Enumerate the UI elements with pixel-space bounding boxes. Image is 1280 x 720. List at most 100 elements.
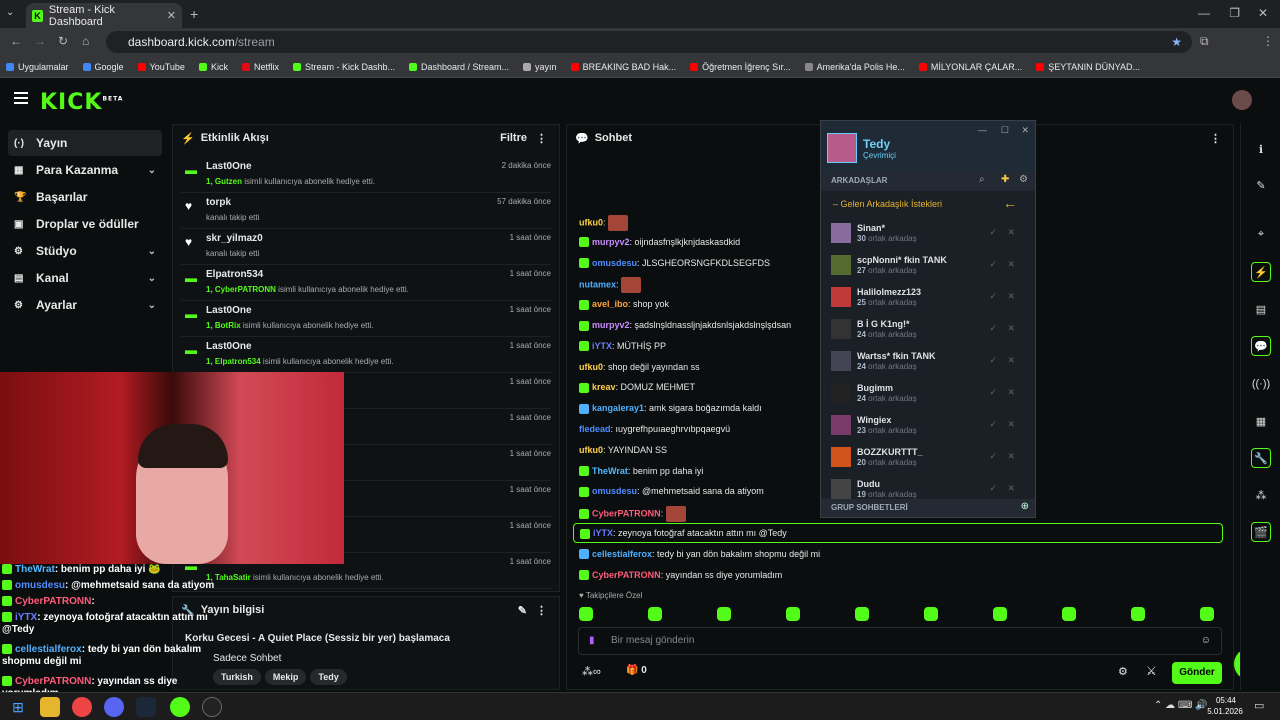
send-button[interactable]: Gönder bbox=[1172, 662, 1222, 684]
friend-request-row[interactable]: Bugimm 24 ortak arkadaş ✓ ✕ bbox=[829, 379, 1025, 409]
bookmark-item[interactable]: Uygulamalar bbox=[6, 62, 69, 72]
decline-x-icon[interactable]: ✕ bbox=[1007, 387, 1015, 398]
kick-emote-icon[interactable] bbox=[1200, 607, 1214, 621]
filter-button[interactable]: Filtre bbox=[500, 132, 527, 144]
nav-item-stdyo[interactable]: ⚙ Stüdyo ⌄ bbox=[8, 238, 162, 264]
friend-request-row[interactable]: B İ G K1ng!* 24 ortak arkadaş ✓ ✕ bbox=[829, 315, 1025, 345]
bookmark-item[interactable]: BREAKING BAD Hak... bbox=[570, 62, 676, 72]
chat-username[interactable]: omusdesu bbox=[592, 258, 637, 268]
nav-item-ayarlar[interactable]: ⚙ Ayarlar ⌄ bbox=[8, 292, 162, 318]
close-window-icon[interactable]: ✕ bbox=[1258, 6, 1268, 20]
obs-icon[interactable] bbox=[202, 697, 222, 717]
kick-app-icon[interactable] bbox=[170, 697, 190, 717]
infinity-icon[interactable]: ⁂∞ bbox=[582, 665, 601, 678]
activity-kebab-icon[interactable]: ⋮ bbox=[536, 132, 547, 145]
decline-x-icon[interactable]: ✕ bbox=[1007, 483, 1015, 494]
friend-request-row[interactable]: Sinan* 30 ortak arkadaş ✓ ✕ bbox=[829, 219, 1025, 249]
chat-username[interactable]: murpyv2 bbox=[592, 320, 630, 330]
kick-emote-icon[interactable] bbox=[1062, 607, 1076, 621]
friends-close-icon[interactable]: ✕ bbox=[1021, 125, 1029, 136]
stream-tag[interactable]: Mekip bbox=[264, 669, 307, 685]
info-icon[interactable]: ℹ bbox=[1251, 140, 1271, 160]
forward-icon[interactable]: → bbox=[34, 34, 46, 48]
chat-username[interactable]: ufku0 bbox=[579, 362, 603, 372]
kick-emote-icon[interactable] bbox=[648, 607, 662, 621]
friends-settings-icon[interactable]: ⚙ bbox=[1019, 174, 1028, 185]
chat-message-input[interactable]: ▮ Bir mesaj gönderin ☺ bbox=[578, 627, 1222, 655]
friend-request-row[interactable]: BOZZKURTTT_ 20 ortak arkadaş ✓ ✕ bbox=[829, 443, 1025, 473]
bookmark-item[interactable]: Google bbox=[82, 62, 124, 72]
friends-username[interactable]: Tedy bbox=[863, 137, 890, 151]
kick-emote-icon[interactable] bbox=[924, 607, 938, 621]
minimize-icon[interactable]: — bbox=[1198, 6, 1210, 20]
decline-x-icon[interactable]: ✕ bbox=[1007, 259, 1015, 270]
chat-username[interactable]: ufku0 bbox=[579, 445, 603, 455]
chat-icon[interactable]: 💬 bbox=[1251, 336, 1271, 356]
chat-username[interactable]: TheWrat bbox=[592, 466, 628, 476]
decline-x-icon[interactable]: ✕ bbox=[1007, 323, 1015, 334]
friends-maximize-icon[interactable]: ☐ bbox=[1001, 125, 1009, 136]
crosshair-icon[interactable]: ⌖ bbox=[1251, 224, 1271, 244]
wrench-icon[interactable]: 🔧 bbox=[1251, 448, 1271, 468]
printer-icon[interactable]: ▦ bbox=[1251, 412, 1271, 432]
bookmark-item[interactable]: Dashboard / Stream... bbox=[409, 62, 509, 72]
chrome-icon[interactable] bbox=[72, 697, 92, 717]
bookmark-star-icon[interactable]: ★ bbox=[1171, 31, 1182, 53]
browser-tab-kick-dashboard[interactable]: K Stream - Kick Dashboard ✕ bbox=[26, 3, 182, 28]
nav-item-baarlar[interactable]: 🏆 Başarılar bbox=[8, 184, 162, 210]
accept-check-icon[interactable]: ✓ bbox=[989, 483, 997, 494]
nav-item-droplarvedller[interactable]: ▣ Droplar ve ödüller bbox=[8, 211, 162, 237]
chat-username[interactable]: iYTX bbox=[593, 528, 613, 538]
kick-logo[interactable]: KICKBETA bbox=[40, 90, 123, 115]
chat-username[interactable]: fledead bbox=[579, 424, 611, 434]
kick-emote-icon[interactable] bbox=[993, 607, 1007, 621]
accept-check-icon[interactable]: ✓ bbox=[989, 227, 997, 238]
chat-username[interactable]: CyberPATRONN bbox=[592, 570, 661, 580]
accept-check-icon[interactable]: ✓ bbox=[989, 259, 997, 270]
nav-item-yayn[interactable]: (·) Yayın bbox=[8, 130, 162, 156]
tab-close-icon[interactable]: ✕ bbox=[167, 9, 176, 22]
reload-icon[interactable]: ↻ bbox=[58, 34, 68, 48]
notifications-icon[interactable]: ▭ bbox=[1254, 699, 1264, 712]
decline-x-icon[interactable]: ✕ bbox=[1007, 227, 1015, 238]
accept-check-icon[interactable]: ✓ bbox=[989, 387, 997, 398]
chat-settings-icon[interactable]: ⚙ bbox=[1118, 665, 1128, 678]
pen-icon[interactable]: ✎ bbox=[1251, 176, 1271, 196]
group-chats-bar[interactable]: GRUP SOHBETLERİ ⊕ bbox=[821, 499, 1035, 517]
accept-check-icon[interactable]: ✓ bbox=[989, 323, 997, 334]
edit-pencil-icon[interactable]: ✎ bbox=[518, 604, 527, 617]
chat-kebab-icon[interactable]: ⋮ bbox=[1210, 132, 1221, 145]
discord-icon[interactable] bbox=[104, 697, 124, 717]
back-icon[interactable]: ← bbox=[10, 34, 22, 48]
clapper-icon[interactable]: 🎬 bbox=[1251, 522, 1271, 542]
bookmark-item[interactable]: YouTube bbox=[137, 62, 185, 72]
decline-x-icon[interactable]: ✕ bbox=[1007, 291, 1015, 302]
bookmark-item[interactable]: Kick bbox=[198, 62, 228, 72]
decline-x-icon[interactable]: ✕ bbox=[1007, 419, 1015, 430]
tab-search-icon[interactable]: ⌄ bbox=[6, 7, 14, 18]
bookmark-item[interactable]: MİLYONLAR ÇALAR... bbox=[918, 62, 1022, 72]
microphone-icon[interactable]: ▮ bbox=[589, 628, 595, 654]
chat-username[interactable]: ufku0 bbox=[579, 217, 603, 227]
clock-date[interactable]: 5.01.2026 bbox=[1202, 707, 1248, 716]
kick-emote-icon[interactable] bbox=[786, 607, 800, 621]
decline-x-icon[interactable]: ✕ bbox=[1007, 355, 1015, 366]
document-icon[interactable]: ▤ bbox=[1251, 300, 1271, 320]
menu-kebab-icon[interactable]: ⋮ bbox=[1262, 34, 1274, 48]
friend-request-row[interactable]: Halilolmezz123 25 ortak arkadaş ✓ ✕ bbox=[829, 283, 1025, 313]
friend-request-row[interactable]: Wingiex 23 ortak arkadaş ✓ ✕ bbox=[829, 411, 1025, 441]
bookmark-item[interactable]: Stream - Kick Dashb... bbox=[292, 62, 395, 72]
lightning-icon[interactable]: ⚡ bbox=[1251, 262, 1271, 282]
nav-item-parakazanma[interactable]: ▦ Para Kazanma ⌄ bbox=[8, 157, 162, 183]
broadcast-icon[interactable]: ((·)) bbox=[1251, 374, 1271, 394]
gift-counter[interactable]: 🎁 0 bbox=[626, 665, 647, 676]
accept-check-icon[interactable]: ✓ bbox=[989, 291, 997, 302]
friends-user-avatar[interactable] bbox=[827, 133, 857, 163]
bookmark-item[interactable]: Öğretmen İğrenç Sır... bbox=[690, 62, 791, 72]
decline-x-icon[interactable]: ✕ bbox=[1007, 451, 1015, 462]
bookmark-item[interactable]: ŞEYTANIN DÜNYAD... bbox=[1036, 62, 1140, 72]
chat-username[interactable]: murpyv2 bbox=[592, 237, 630, 247]
home-icon[interactable]: ⌂ bbox=[82, 34, 89, 48]
file-explorer-icon[interactable] bbox=[40, 697, 60, 717]
bookmark-item[interactable]: Amerika'da Polis He... bbox=[804, 62, 905, 72]
